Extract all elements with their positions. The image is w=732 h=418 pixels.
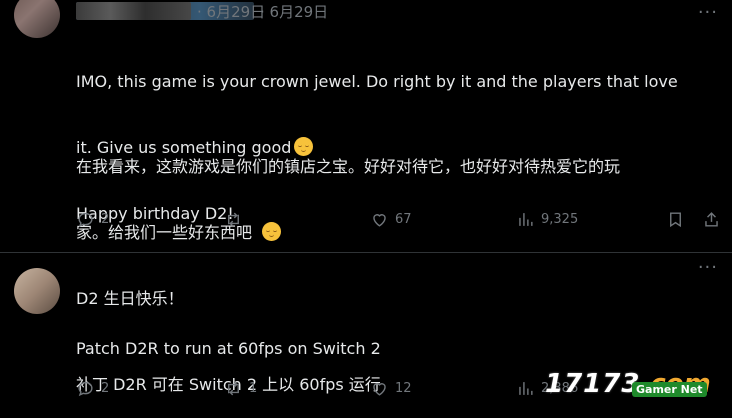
view-count: 9,325: [541, 212, 579, 227]
bookmark-button[interactable]: [666, 210, 685, 229]
repost-button[interactable]: [224, 210, 249, 229]
post[interactable]: · 6月29日 ··· IMO, this game is your crown…: [0, 0, 732, 308]
text-line: 在我看来，这款游戏是你们的镇店之宝。好好对待它，也好好对待热爱它的玩: [76, 157, 621, 176]
author-name-blurred[interactable]: [76, 2, 191, 20]
views-icon: [519, 382, 533, 395]
more-options-icon[interactable]: ···: [698, 2, 718, 23]
repost-count: 1: [249, 381, 258, 396]
more-options-icon[interactable]: ···: [698, 257, 718, 278]
reply-icon: [78, 381, 93, 397]
avatar[interactable]: [14, 268, 60, 314]
watermark-badge: Gamer Net: [632, 382, 707, 397]
repost-icon: [228, 381, 239, 396]
watermark-number: 17173: [545, 369, 641, 399]
share-icon: [705, 212, 718, 227]
views-button[interactable]: 9,325: [516, 210, 578, 229]
like-count: 67: [395, 212, 412, 227]
like-icon: [373, 383, 386, 396]
post-actions: 2 67 9,325: [76, 210, 726, 234]
repost-icon: [228, 212, 239, 227]
reply-icon: [78, 212, 93, 228]
bookmark-icon: [670, 212, 681, 228]
repost-button[interactable]: 1: [224, 379, 257, 398]
like-button[interactable]: 67: [370, 210, 412, 229]
reply-count: 2: [101, 212, 110, 227]
share-button[interactable]: [702, 210, 721, 229]
like-button[interactable]: 12: [370, 379, 412, 398]
reply-button[interactable]: 2: [76, 379, 109, 398]
avatar[interactable]: [14, 0, 60, 38]
views-icon: [519, 213, 533, 226]
reply-button[interactable]: 2: [76, 210, 109, 229]
like-icon: [373, 214, 386, 227]
reply-count: 2: [101, 381, 110, 396]
post-date[interactable]: · 6月29日: [260, 1, 328, 22]
like-count: 12: [395, 381, 412, 396]
post-header: · 6月29日: [76, 0, 265, 22]
text-line: IMO, this game is your crown jewel. Do r…: [76, 72, 678, 91]
post-date[interactable]: · 6月29日: [197, 1, 265, 22]
